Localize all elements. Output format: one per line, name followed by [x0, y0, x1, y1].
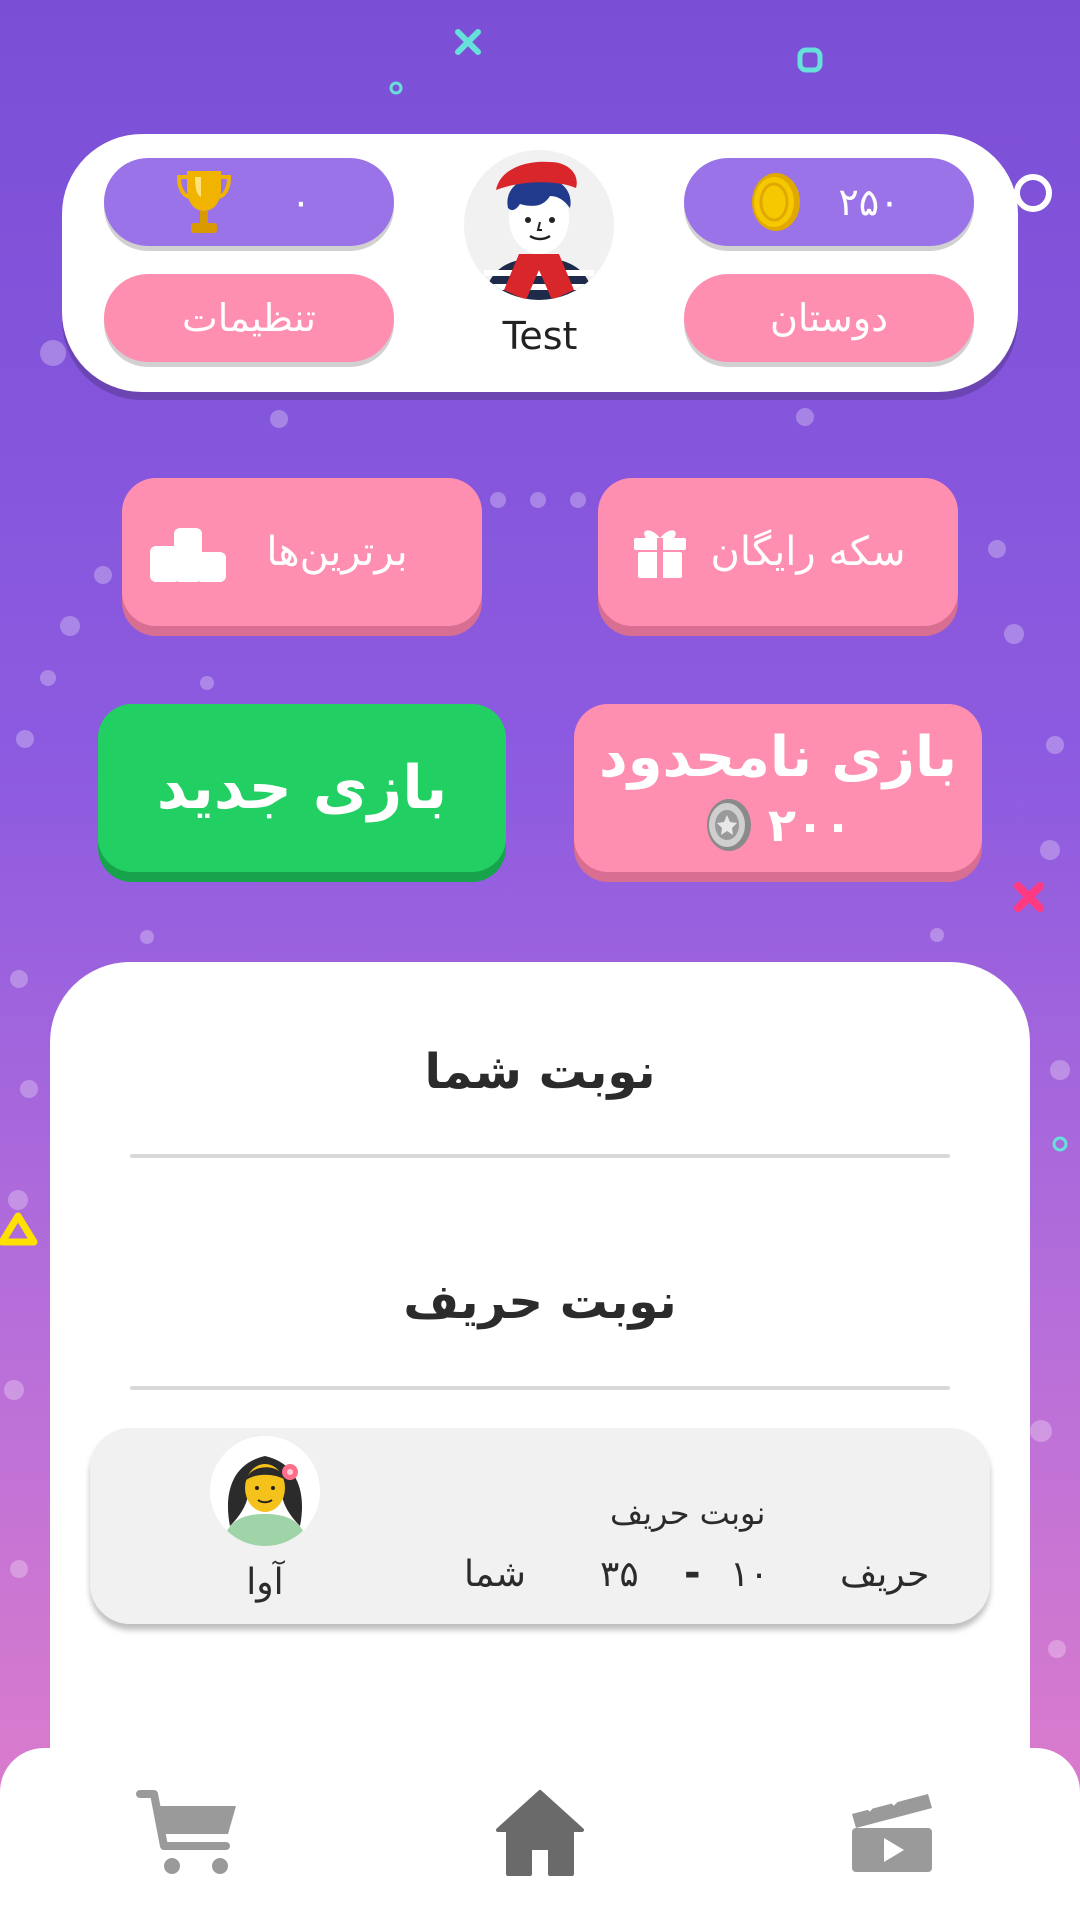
opponent-score: ۱۰: [730, 1554, 769, 1595]
divider: [130, 1154, 950, 1158]
divider: [130, 1386, 950, 1390]
opponent-label: حریف: [840, 1554, 930, 1595]
free-coins-button[interactable]: سکه رایگان: [598, 478, 958, 626]
ring-decoration: [389, 81, 403, 95]
new-game-label: بازی جدید: [156, 753, 448, 823]
ring-decoration: [1052, 1136, 1068, 1152]
unlimited-cost-value: ۲۰۰: [767, 798, 853, 852]
your-score: ۳۵: [600, 1554, 639, 1595]
nav-home[interactable]: [494, 1788, 586, 1882]
opponent-avatar-icon: [210, 1436, 320, 1546]
coin-count: ۲۵۰: [838, 180, 900, 224]
username: Test: [502, 314, 578, 358]
cart-icon: [136, 1790, 236, 1874]
unlimited-game-button[interactable]: بازی نامحدود ۲۰۰: [574, 704, 982, 872]
coin-icon: [752, 173, 801, 231]
video-icon: [852, 1790, 932, 1872]
cross-decoration: [1014, 882, 1044, 912]
trophy-count: ۰: [290, 180, 312, 224]
podium-icon: [150, 528, 226, 582]
silver-coin-icon: [706, 799, 751, 851]
game-status: نوبت حریف: [610, 1494, 766, 1532]
trophy-icon: [176, 171, 231, 233]
avatar[interactable]: [464, 150, 614, 300]
nav-shop[interactable]: [136, 1788, 240, 1882]
free-coins-label: سکه رایگان: [710, 529, 906, 575]
opponent-turn-title: نوبت حریف: [403, 1274, 677, 1330]
square-decoration: [797, 47, 823, 73]
profile-card: ۰ ۲۵۰ تنظیمات دوستان Test: [62, 134, 1018, 392]
user-avatar-icon: [464, 150, 614, 300]
triangle-decoration: [0, 1212, 38, 1246]
leaderboard-label: برترین‌ها: [266, 529, 408, 575]
friends-label: دوستان: [769, 296, 889, 340]
cross-decoration: [455, 29, 481, 55]
friends-button[interactable]: دوستان: [684, 274, 974, 362]
trophy-counter: ۰: [104, 158, 394, 246]
your-turn-title: نوبت شما: [424, 1044, 656, 1100]
gift-icon: [634, 530, 686, 578]
game-card[interactable]: آوا نوبت حریف حریف ۱۰ - ۳۵ شما: [90, 1428, 990, 1624]
home-icon: [496, 1790, 584, 1876]
new-game-button[interactable]: بازی جدید: [98, 704, 506, 872]
unlimited-label: بازی نامحدود: [598, 725, 958, 790]
ring-decoration: [1014, 174, 1052, 212]
coin-counter: ۲۵۰: [684, 158, 974, 246]
unlimited-cost: ۲۰۰: [704, 797, 852, 853]
leaderboard-button[interactable]: برترین‌ها: [122, 478, 482, 626]
settings-label: تنظیمات: [182, 296, 317, 340]
score-separator: -: [684, 1550, 701, 1596]
you-label: شما: [464, 1554, 526, 1595]
opponent-avatar: [210, 1436, 320, 1546]
nav-videos[interactable]: [848, 1788, 936, 1880]
opponent-name: آوا: [246, 1562, 284, 1603]
bottom-nav: [0, 1748, 1080, 1920]
settings-button[interactable]: تنظیمات: [104, 274, 394, 362]
